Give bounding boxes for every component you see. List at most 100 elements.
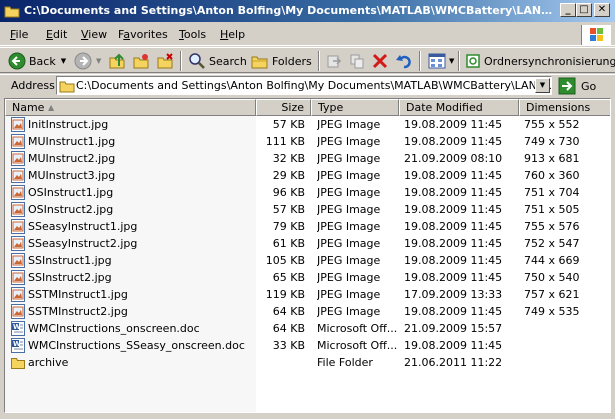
file-row[interactable]: SSTMInstruct2.jpg 64 KB JPEG Image 19.08.20… [5, 303, 610, 320]
go-button[interactable]: Go [558, 77, 596, 95]
back-button[interactable]: Back ▼ [8, 51, 66, 71]
copy-to-button[interactable] [349, 51, 365, 71]
column-header-dimensions[interactable]: Dimensions [519, 99, 610, 116]
svg-text:W: W [13, 323, 21, 331]
file-type: JPEG Image [317, 186, 381, 199]
file-dimensions [524, 337, 610, 354]
maximize-button[interactable]: □ [576, 3, 592, 17]
file-date-modified: 17.09.2009 13:33 [404, 288, 503, 301]
file-size: 29 KB [272, 169, 305, 182]
column-header-type[interactable]: Type [311, 99, 399, 116]
file-date-modified: 19.08.2009 11:45 [404, 305, 503, 318]
folder-icon [59, 81, 75, 93]
go-arrow-icon [558, 77, 576, 95]
file-row[interactable]: SSInstruct2.jpg 65 KB JPEG Image 19.08.2009… [5, 269, 610, 286]
file-name: SSeasyInstruct2.jpg [28, 237, 138, 250]
views-dropdown-icon[interactable]: ▼ [449, 57, 454, 65]
column-name-label: Name [12, 101, 45, 114]
address-input[interactable]: C:\Documents and Settings\Anton Bolfing\… [56, 76, 552, 95]
move-to-icon [327, 55, 342, 68]
move-to-button[interactable] [326, 51, 342, 71]
file-size: 57 KB [272, 118, 305, 131]
file-name: MUInstruct2.jpg [28, 152, 116, 165]
back-label: Back [29, 54, 56, 68]
sort-ascending-icon: ▲ [48, 103, 55, 112]
go-label: Go [581, 79, 597, 93]
jpeg-file-icon [11, 202, 25, 217]
column-header-size[interactable]: Size [256, 99, 311, 116]
address-label-text: Address [11, 79, 55, 92]
word-document-icon: W [11, 338, 25, 353]
file-row[interactable]: MUInstruct1.jpg 111 KB JPEG Image 19.08.200… [5, 133, 610, 150]
views-button[interactable]: ▼ [428, 51, 454, 71]
file-row[interactable]: SSeasyInstruct1.jpg 79 KB JPEG Image 19.08.… [5, 218, 610, 235]
file-list[interactable]: Name ▲ Size Type Date Modified Dimension… [4, 98, 611, 413]
file-row[interactable]: W WMCInstructions_SSeasy_onscreen.doc 33 K… [5, 337, 610, 354]
sync-icon [466, 54, 480, 68]
file-size: 64 KB [272, 322, 305, 335]
file-name: OSInstruct1.jpg [28, 186, 114, 199]
menu-file[interactable]: File [8, 28, 30, 44]
delete-button[interactable] [372, 51, 388, 71]
window-title: C:\Documents and Settings\Anton Bolfing\… [24, 4, 554, 17]
menu-edit[interactable]: Edit [44, 28, 69, 44]
column-header-date[interactable]: Date Modified [399, 99, 519, 116]
address-dropdown-button[interactable]: ▼ [535, 78, 550, 93]
toolbar-separator [180, 51, 182, 71]
column-header-name[interactable]: Name ▲ [5, 99, 256, 116]
file-row[interactable]: SSTMInstruct1.jpg 119 KB JPEG Image 17.09.2… [5, 286, 610, 303]
file-date-modified: 19.08.2009 11:45 [404, 339, 503, 352]
file-name: InitInstruct.jpg [28, 118, 109, 131]
file-size: 65 KB [272, 271, 305, 284]
minimize-button[interactable]: _ [560, 3, 576, 17]
file-dimensions: 749 x 535 [524, 305, 580, 318]
forward-arrow-icon [74, 52, 92, 70]
jpeg-file-icon [11, 168, 25, 183]
file-row[interactable]: InitInstruct.jpg 57 KB JPEG Image 19.08.200… [5, 116, 610, 133]
up-button[interactable] [108, 51, 126, 71]
delete-folder-button[interactable] [156, 51, 174, 71]
jpeg-file-icon [11, 185, 25, 200]
file-row[interactable]: SSeasyInstruct2.jpg 61 KB JPEG Image 19.08.… [5, 235, 610, 252]
folders-icon [251, 56, 268, 69]
file-row[interactable]: OSInstruct1.jpg 96 KB JPEG Image 19.08.2009… [5, 184, 610, 201]
up-folder-icon [109, 53, 125, 69]
file-date-modified: 19.08.2009 11:45 [404, 186, 503, 199]
file-type: JPEG Image [317, 203, 381, 216]
file-row[interactable]: SSInstruct1.jpg 105 KB JPEG Image 19.08.200… [5, 252, 610, 269]
word-document-icon: W [11, 321, 25, 336]
search-button[interactable]: Search [188, 51, 247, 71]
file-size: 119 KB [265, 288, 305, 301]
windows-logo [581, 25, 611, 45]
file-type: File Folder [317, 356, 373, 369]
new-folder-icon [133, 54, 149, 69]
back-dropdown-icon[interactable]: ▼ [61, 57, 66, 65]
new-folder-button[interactable] [132, 51, 150, 71]
file-size: 33 KB [272, 339, 305, 352]
menu-favorites[interactable]: Favorites [116, 28, 170, 44]
file-name: SSeasyInstruct1.jpg [28, 220, 138, 233]
close-button[interactable]: ✕ [594, 3, 610, 17]
menu-view[interactable]: View [79, 28, 109, 44]
forward-dropdown-icon[interactable]: ▼ [96, 57, 101, 65]
file-row[interactable]: OSInstruct2.jpg 57 KB JPEG Image 19.08.2009… [5, 201, 610, 218]
column-type-label: Type [318, 101, 344, 114]
jpeg-file-icon [11, 253, 25, 268]
menu-help[interactable]: Help [218, 28, 247, 44]
menu-tools[interactable]: Tools [177, 28, 208, 44]
file-row[interactable]: MUInstruct3.jpg 29 KB JPEG Image 19.08.2009… [5, 167, 610, 184]
file-dimensions: 755 x 576 [524, 220, 580, 233]
undo-button[interactable] [395, 51, 413, 71]
sync-button[interactable]: Ordnersynchronisierung [465, 51, 615, 71]
file-row[interactable]: archive File Folder 21.06.2011 11:22 [5, 354, 610, 371]
file-date-modified: 21.06.2011 11:22 [404, 356, 503, 369]
file-date-modified: 19.08.2009 11:45 [404, 254, 503, 267]
file-row[interactable]: MUInstruct2.jpg 32 KB JPEG Image 21.09.2009… [5, 150, 610, 167]
file-dimensions [524, 354, 610, 371]
forward-button[interactable]: ▼ [74, 51, 101, 71]
jpeg-file-icon [11, 236, 25, 251]
title-bar[interactable]: C:\Documents and Settings\Anton Bolfing\… [0, 0, 615, 22]
file-row[interactable]: W WMCInstructions_onscreen.doc 64 KB Micros… [5, 320, 610, 337]
folders-button[interactable]: Folders [251, 51, 312, 71]
file-dimensions: 752 x 547 [524, 237, 580, 250]
